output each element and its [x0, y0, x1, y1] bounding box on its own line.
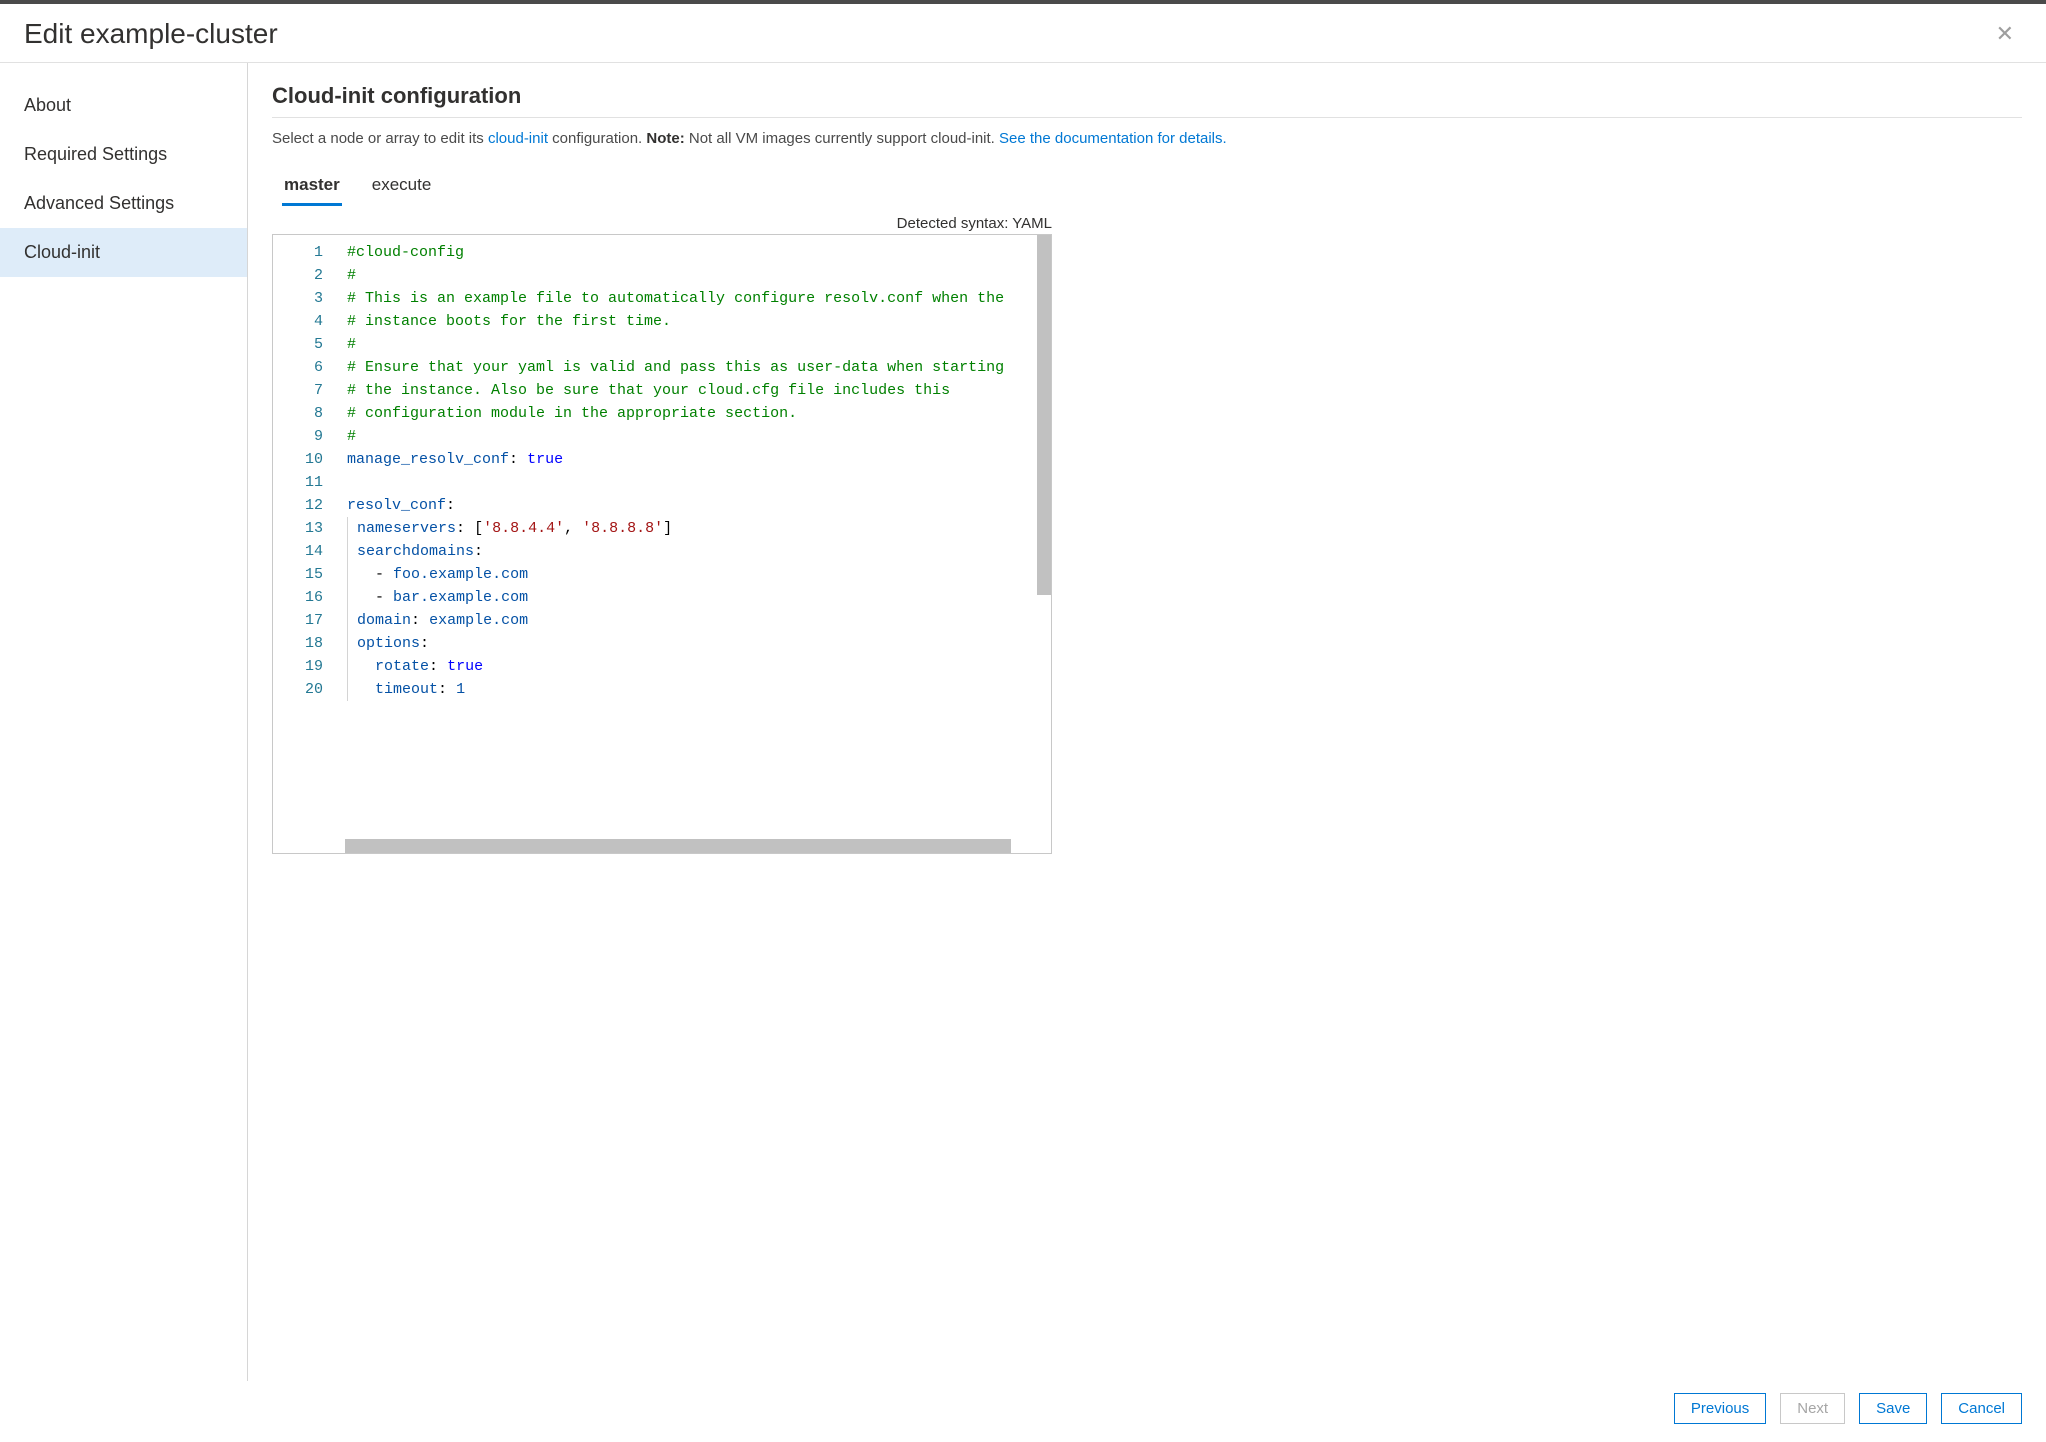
- dialog-footer: Previous Next Save Cancel: [0, 1381, 2046, 1442]
- line-number: 20: [279, 678, 323, 701]
- code-line[interactable]: # Ensure that your yaml is valid and pas…: [347, 356, 1051, 379]
- code-line[interactable]: nameservers: ['8.8.4.4', '8.8.8.8']: [347, 517, 1051, 540]
- sidebar: About Required Settings Advanced Setting…: [0, 63, 248, 1381]
- code-line[interactable]: timeout: 1: [347, 678, 1051, 701]
- tab-master[interactable]: master: [282, 167, 342, 206]
- code-line[interactable]: searchdomains:: [347, 540, 1051, 563]
- code-line[interactable]: # This is an example file to automatical…: [347, 287, 1051, 310]
- code-line[interactable]: [347, 471, 1051, 494]
- sidebar-item-label: Advanced Settings: [24, 193, 174, 213]
- line-number: 3: [279, 287, 323, 310]
- editor-vertical-scrollbar[interactable]: [1037, 235, 1051, 595]
- line-number: 17: [279, 609, 323, 632]
- dialog-body: About Required Settings Advanced Setting…: [0, 63, 2046, 1381]
- section-title: Cloud-init configuration: [272, 83, 2022, 118]
- save-button[interactable]: Save: [1859, 1393, 1927, 1424]
- tab-label: execute: [372, 175, 432, 194]
- line-number: 9: [279, 425, 323, 448]
- line-number: 4: [279, 310, 323, 333]
- code-line[interactable]: manage_resolv_conf: true: [347, 448, 1051, 471]
- code-line[interactable]: # instance boots for the first time.: [347, 310, 1051, 333]
- line-number: 12: [279, 494, 323, 517]
- code-line[interactable]: #: [347, 333, 1051, 356]
- tab-label: master: [284, 175, 340, 194]
- line-number: 13: [279, 517, 323, 540]
- code-line[interactable]: - foo.example.com: [347, 563, 1051, 586]
- note-label: Note:: [646, 130, 684, 147]
- line-number: 8: [279, 402, 323, 425]
- code-line[interactable]: rotate: true: [347, 655, 1051, 678]
- dialog-header: Edit example-cluster ✕: [0, 4, 2046, 63]
- sidebar-item-cloud-init[interactable]: Cloud-init: [0, 228, 247, 277]
- close-icon[interactable]: ✕: [1988, 19, 2022, 49]
- code-line[interactable]: - bar.example.com: [347, 586, 1051, 609]
- line-number: 6: [279, 356, 323, 379]
- section-description: Select a node or array to edit its cloud…: [272, 128, 2022, 151]
- sidebar-item-required-settings[interactable]: Required Settings: [0, 130, 247, 179]
- edit-cluster-dialog: Edit example-cluster ✕ About Required Se…: [0, 0, 2046, 1442]
- editor-horizontal-scrollbar[interactable]: [345, 839, 1011, 853]
- desc-text: Select a node or array to edit its: [272, 130, 488, 147]
- line-number: 18: [279, 632, 323, 655]
- code-line[interactable]: # configuration module in the appropriat…: [347, 402, 1051, 425]
- line-number: 7: [279, 379, 323, 402]
- code-line[interactable]: #cloud-config: [347, 241, 1051, 264]
- line-number: 16: [279, 586, 323, 609]
- cancel-button[interactable]: Cancel: [1941, 1393, 2022, 1424]
- detected-syntax-label: Detected syntax: YAML: [272, 215, 1052, 232]
- sidebar-item-advanced-settings[interactable]: Advanced Settings: [0, 179, 247, 228]
- code-line[interactable]: options:: [347, 632, 1051, 655]
- dialog-title: Edit example-cluster: [24, 18, 278, 50]
- documentation-link[interactable]: See the documentation for details.: [999, 130, 1227, 147]
- cloud-init-link[interactable]: cloud-init: [488, 130, 548, 147]
- code-line[interactable]: resolv_conf:: [347, 494, 1051, 517]
- main-panel: Cloud-init configuration Select a node o…: [248, 63, 2046, 1381]
- line-number: 2: [279, 264, 323, 287]
- code-line[interactable]: # the instance. Also be sure that your c…: [347, 379, 1051, 402]
- code-line[interactable]: domain: example.com: [347, 609, 1051, 632]
- sidebar-item-label: Cloud-init: [24, 242, 100, 262]
- line-number: 1: [279, 241, 323, 264]
- previous-button[interactable]: Previous: [1674, 1393, 1766, 1424]
- editor-code-area[interactable]: #cloud-config## This is an example file …: [337, 235, 1051, 853]
- sidebar-item-about[interactable]: About: [0, 81, 247, 130]
- code-line[interactable]: #: [347, 264, 1051, 287]
- next-button: Next: [1780, 1393, 1845, 1424]
- line-number: 14: [279, 540, 323, 563]
- desc-text: Not all VM images currently support clou…: [685, 130, 999, 147]
- line-number: 5: [279, 333, 323, 356]
- sidebar-item-label: Required Settings: [24, 144, 167, 164]
- tab-execute[interactable]: execute: [370, 167, 434, 206]
- sidebar-item-label: About: [24, 95, 71, 115]
- node-tabs: master execute: [272, 167, 2022, 207]
- code-editor[interactable]: 1234567891011121314151617181920 #cloud-c…: [272, 234, 1052, 854]
- code-line[interactable]: #: [347, 425, 1051, 448]
- line-number: 15: [279, 563, 323, 586]
- line-number: 19: [279, 655, 323, 678]
- line-number: 10: [279, 448, 323, 471]
- editor-gutter: 1234567891011121314151617181920: [273, 235, 337, 853]
- desc-text: configuration.: [548, 130, 646, 147]
- line-number: 11: [279, 471, 323, 494]
